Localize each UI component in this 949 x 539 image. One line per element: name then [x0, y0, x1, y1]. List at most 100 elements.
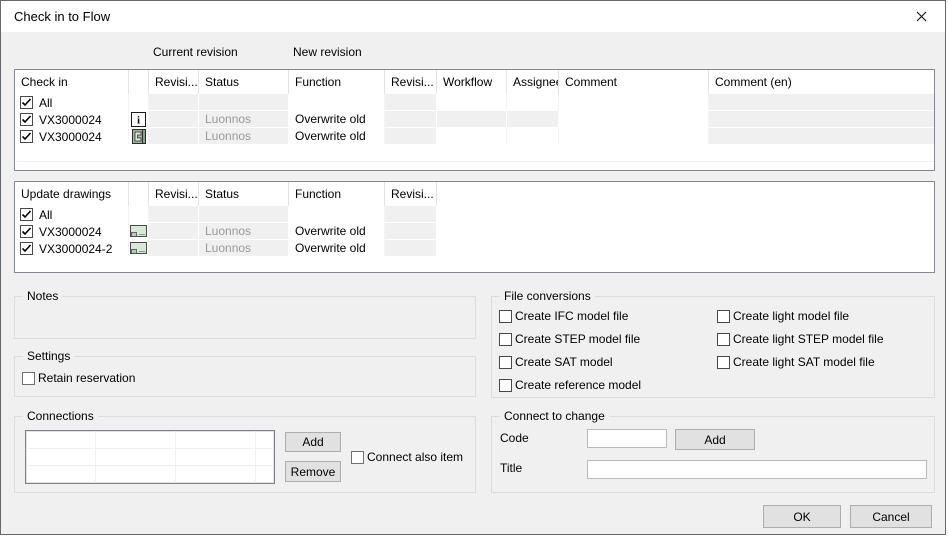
checkin-column-rev_cur[interactable]: Revisi... — [149, 70, 199, 94]
checkin-cell-status: Luonnos — [199, 111, 289, 128]
drawings-row-1: VX3000024LuonnosOverwrite old — [15, 223, 934, 240]
connections-list-row — [26, 431, 274, 449]
checkin-column-workflow[interactable]: Workflow — [437, 70, 507, 94]
checkin-cell-name: VX3000024 — [15, 111, 129, 128]
connect-also-item-option: Connect also item — [351, 450, 463, 464]
connections-group: Connections Add Remove Connect also item — [14, 416, 476, 493]
ok-button[interactable]: OK — [763, 505, 841, 528]
checkin-cell-assignee[interactable] — [507, 128, 559, 145]
drawings-cell-rest — [437, 223, 934, 240]
create-ifc-model-file-label: Create IFC model file — [515, 309, 628, 323]
checkin-cell-comment[interactable] — [559, 94, 709, 111]
checkin-cell-workflow[interactable] — [437, 94, 507, 111]
connections-add-button[interactable]: Add — [285, 432, 341, 452]
drawings-column-status[interactable]: Status — [199, 182, 289, 206]
checkin-row-0-checkbox[interactable] — [20, 96, 33, 109]
info-icon: i — [129, 111, 149, 128]
create-reference-model-checkbox[interactable] — [499, 379, 512, 392]
retain-reservation-checkbox[interactable] — [22, 372, 35, 385]
checkin-column-icon[interactable] — [129, 70, 149, 94]
checkin-cell-function[interactable]: Overwrite old — [289, 111, 385, 128]
create-ifc-model-file-checkbox[interactable] — [499, 310, 512, 323]
file-conversions-left-column: Create IFC model fileCreate STEP model f… — [499, 309, 641, 401]
drawings-cell-icon — [129, 206, 149, 223]
titlebar[interactable]: Check in to Flow — [1, 1, 945, 32]
create-light-step-model-file-label: Create light STEP model file — [733, 332, 884, 346]
drawings-cell-rev_cur — [149, 223, 199, 240]
code-input[interactable] — [587, 429, 667, 448]
drawings-cell-function[interactable]: Overwrite old — [289, 223, 385, 240]
checkin-cell-function[interactable]: Overwrite old — [289, 128, 385, 145]
connections-remove-button[interactable]: Remove — [285, 461, 341, 482]
checkin-column-function[interactable]: Function — [289, 70, 385, 94]
checkin-row-1-checkbox[interactable] — [20, 113, 33, 126]
retain-reservation-option: Retain reservation — [22, 371, 135, 385]
connections-list-row — [26, 449, 274, 467]
create-reference-model-option: Create reference model — [499, 378, 641, 392]
checkin-cell-workflow — [437, 111, 507, 128]
settings-group: Settings Retain reservation — [14, 356, 476, 397]
checkin-column-status[interactable]: Status — [199, 70, 289, 94]
drawings-column-rev_cur[interactable]: Revisi... — [149, 182, 199, 206]
connect-also-item-label: Connect also item — [367, 450, 463, 464]
connections-list-cell — [96, 449, 176, 466]
drawings-row-2-checkbox[interactable] — [20, 242, 33, 255]
drawings-cell-function[interactable] — [289, 206, 385, 223]
connections-list[interactable] — [25, 430, 275, 484]
cancel-button[interactable]: Cancel — [850, 505, 932, 528]
checkin-row-1: VX3000024 i LuonnosOverwrite old — [15, 111, 934, 128]
create-sat-model-option: Create SAT model — [499, 355, 641, 369]
create-sat-model-checkbox[interactable] — [499, 356, 512, 369]
drawings-column-icon[interactable] — [129, 182, 149, 206]
connect-also-item-checkbox[interactable] — [351, 451, 364, 464]
drawings-column-rev_new[interactable]: Revisi... — [385, 182, 437, 206]
checkin-cell-function[interactable] — [289, 94, 385, 111]
drawings-cell-name: VX3000024 — [15, 223, 129, 240]
retain-reservation-label: Retain reservation — [38, 371, 135, 385]
checkin-row-2-checkbox[interactable] — [20, 130, 33, 143]
checkin-row-2-label: VX3000024 — [39, 130, 102, 144]
title-input[interactable] — [587, 460, 927, 479]
drawings-cell-function[interactable]: Overwrite old — [289, 240, 385, 257]
drawings-cell-status: Luonnos — [199, 240, 289, 257]
checkin-cell-rev_new — [385, 111, 437, 128]
create-light-model-file-checkbox[interactable] — [717, 310, 730, 323]
create-light-sat-model-file-checkbox[interactable] — [717, 356, 730, 369]
checkin-cell-comment[interactable] — [559, 111, 709, 128]
checkin-column-comment[interactable]: Comment — [559, 70, 709, 94]
checkin-cell-assignee[interactable] — [507, 94, 559, 111]
checkin-header-row: Check inRevisi...StatusFunctionRevisi...… — [15, 70, 934, 94]
create-step-model-file-checkbox[interactable] — [499, 333, 512, 346]
svg-text:i: i — [137, 115, 140, 127]
close-button[interactable] — [899, 1, 943, 31]
drawings-column-rest[interactable] — [437, 182, 934, 206]
checkin-cell-workflow[interactable] — [437, 128, 507, 145]
current-revision-label: Current revision — [153, 45, 238, 59]
drawings-column-name[interactable]: Update drawings — [15, 182, 129, 206]
connections-list-cell — [256, 466, 274, 483]
checkin-cell-comment[interactable] — [559, 128, 709, 145]
create-light-step-model-file-checkbox[interactable] — [717, 333, 730, 346]
checkin-column-name[interactable]: Check in — [15, 70, 129, 94]
update-drawings-table: Update drawingsRevisi...StatusFunctionRe… — [14, 181, 935, 273]
drawings-row-0-checkbox[interactable] — [20, 208, 33, 221]
checkin-row-0-label: All — [39, 96, 52, 110]
checkin-column-rev_new[interactable]: Revisi... — [385, 70, 437, 94]
drawings-empty-row — [15, 257, 934, 273]
connections-group-label: Connections — [23, 409, 98, 423]
connections-list-cell — [26, 449, 96, 466]
close-icon — [916, 11, 927, 22]
checkin-column-assignee[interactable]: Assignee — [507, 70, 559, 94]
drawings-column-function[interactable]: Function — [289, 182, 385, 206]
connections-list-cell — [96, 431, 176, 448]
connections-list-cell — [96, 466, 176, 483]
file-conversions-group: File conversions Create IFC model fileCr… — [491, 296, 935, 398]
create-sat-model-label: Create SAT model — [515, 355, 613, 369]
connections-list-cell — [26, 466, 96, 483]
drawings-cell-rev_new — [385, 206, 437, 223]
change-add-button[interactable]: Add — [675, 429, 755, 450]
checkin-column-comment_en[interactable]: Comment (en) — [709, 70, 934, 94]
title-label: Title — [500, 461, 522, 475]
drawings-row-1-checkbox[interactable] — [20, 225, 33, 238]
drawings-cell-name: VX3000024-2 — [15, 240, 129, 257]
